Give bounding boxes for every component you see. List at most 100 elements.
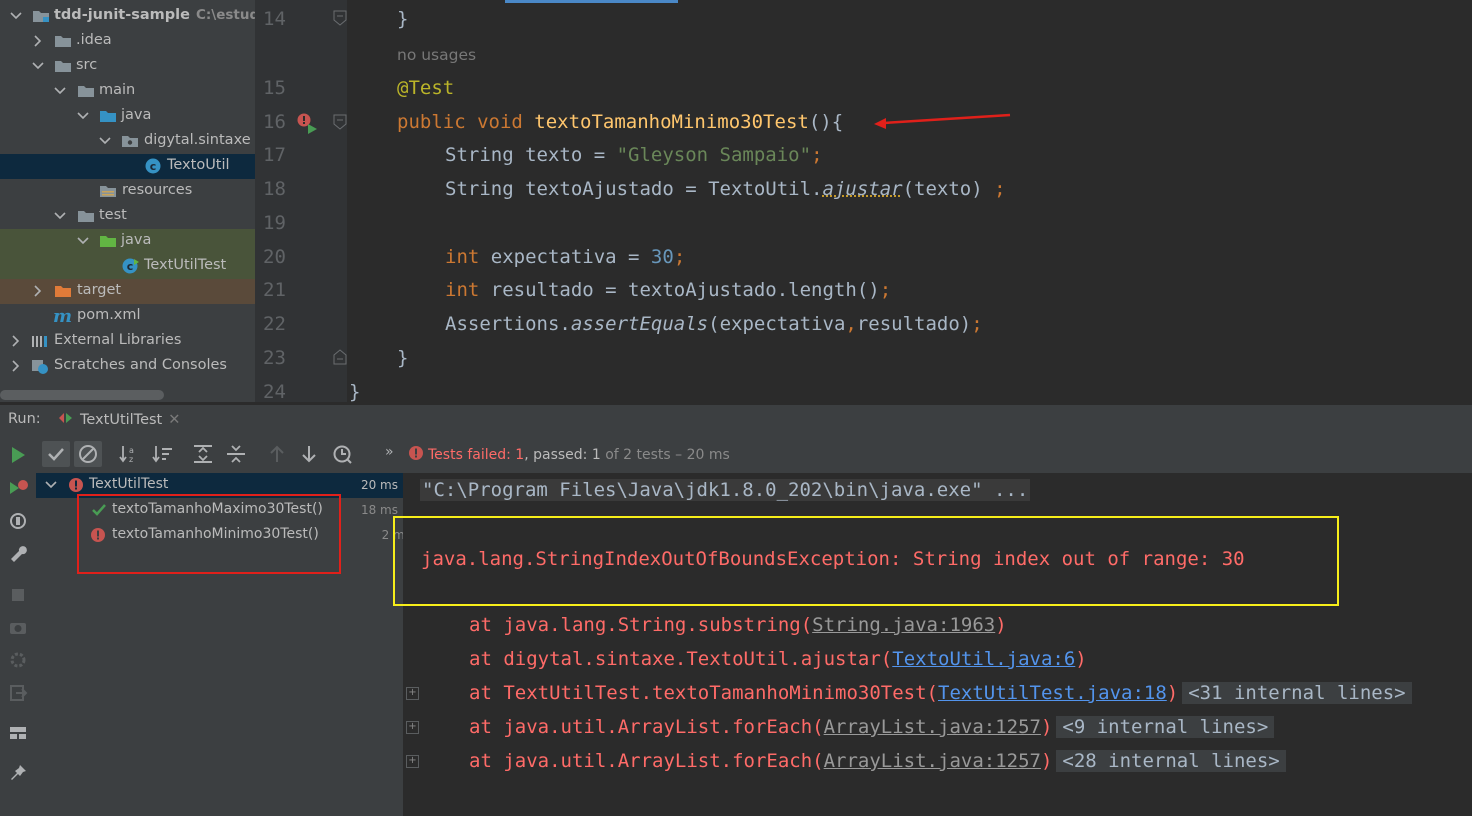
sort-alphabetically-icon[interactable]: az xyxy=(118,443,142,465)
line-number: 15 xyxy=(263,77,286,99)
chevron-down-icon[interactable] xyxy=(53,209,67,223)
folded-lines[interactable]: <31 internal lines> xyxy=(1182,682,1412,704)
project-tool-window: tdd-junit-sampleC:\estudo\g .idea src ma… xyxy=(0,0,255,402)
chevron-down-icon[interactable] xyxy=(76,234,90,248)
tree-item-test[interactable]: test xyxy=(0,204,255,229)
editor-gutter: 14 15 16 17 18 19 20 21 22 23 24 xyxy=(255,0,347,402)
show-ignored-toggle[interactable] xyxy=(74,441,102,467)
line-number: 24 xyxy=(263,381,286,402)
horizontal-scrollbar[interactable] xyxy=(0,390,164,400)
code-line-16: public void textoTamanhoMinimo30Test(){ xyxy=(397,111,844,133)
sort-by-duration-icon[interactable] xyxy=(151,443,175,465)
test-duration: 18 ms xyxy=(360,503,398,517)
collapse-all-icon[interactable] xyxy=(224,443,248,465)
maven-icon: m xyxy=(53,306,73,327)
chevron-down-icon[interactable] xyxy=(44,478,58,496)
tree-item-textutiltest[interactable]: c TextUtilTest xyxy=(0,254,255,279)
expand-all-icon[interactable] xyxy=(191,443,215,465)
source-folder-icon xyxy=(99,108,117,124)
camera-icon[interactable] xyxy=(8,617,28,637)
next-failed-icon[interactable] xyxy=(297,443,321,465)
java-class-icon: c xyxy=(145,158,163,174)
chevron-right-icon[interactable] xyxy=(9,359,23,373)
stack-frame: at java.util.ArrayList.forEach(ArrayList… xyxy=(469,716,1275,738)
source-link[interactable]: TextoUtil.java:6 xyxy=(892,648,1075,670)
svg-text:c: c xyxy=(127,260,134,273)
layout-icon[interactable] xyxy=(8,723,28,743)
tree-item-test-java[interactable]: java xyxy=(0,229,255,254)
rerun-icon[interactable] xyxy=(8,445,28,465)
tree-item-src[interactable]: src xyxy=(0,54,255,79)
rerun-failed-icon[interactable] xyxy=(8,478,28,498)
tree-item-main[interactable]: main xyxy=(0,79,255,104)
fold-icon[interactable] xyxy=(333,10,347,30)
annotation-arrow xyxy=(874,113,1011,129)
folder-icon xyxy=(77,83,95,99)
code-editor[interactable]: 14 15 16 17 18 19 20 21 22 23 24 } no us… xyxy=(255,0,1472,402)
folder-icon xyxy=(54,33,72,49)
chevron-down-icon[interactable] xyxy=(53,84,67,98)
usages-hint[interactable]: no usages xyxy=(397,46,476,64)
fold-icon[interactable] xyxy=(333,349,347,369)
history-icon[interactable] xyxy=(331,443,355,465)
tree-item-textoutil[interactable]: c TextoUtil xyxy=(0,154,255,179)
wrench-icon[interactable] xyxy=(8,543,28,563)
tree-item-target[interactable]: target xyxy=(0,279,255,304)
toggle-auto-test-icon[interactable] xyxy=(8,511,28,531)
source-link[interactable]: ArrayList.java:1257 xyxy=(824,716,1041,738)
tree-label: resources xyxy=(122,182,193,198)
fold-icon[interactable] xyxy=(333,114,347,134)
chevron-down-icon[interactable] xyxy=(31,59,45,73)
expand-fold-icon[interactable]: + xyxy=(406,687,419,700)
root-label: tdd-junit-sampleC:\estudo\g xyxy=(54,7,255,23)
pin-icon[interactable] xyxy=(8,763,28,783)
run-toolbar: az » Tests failed: 1, passed: 1 of 2 tes… xyxy=(36,435,1472,473)
tree-item-resources[interactable]: resources xyxy=(0,179,255,204)
expand-fold-icon[interactable]: + xyxy=(406,721,419,734)
tree-label: main xyxy=(99,82,136,98)
stop-icon[interactable] xyxy=(8,585,28,605)
resources-folder-icon xyxy=(99,183,117,199)
exit-icon[interactable] xyxy=(8,683,28,703)
tree-item-pom[interactable]: m pom.xml xyxy=(0,304,255,329)
folder-icon xyxy=(77,208,95,224)
folded-lines[interactable]: <9 internal lines> xyxy=(1056,716,1275,738)
tree-item-external-libraries[interactable]: External Libraries xyxy=(0,329,255,354)
source-link[interactable]: ArrayList.java:1257 xyxy=(824,750,1041,772)
library-icon xyxy=(31,333,49,349)
tree-item-package[interactable]: digytal.sintaxe xyxy=(0,129,255,154)
source-link[interactable]: TextUtilTest.java:18 xyxy=(938,682,1167,704)
tree-label: java xyxy=(121,232,152,248)
line-number: 17 xyxy=(263,144,286,166)
test-failed-run-icon[interactable] xyxy=(295,112,321,140)
chevron-down-icon[interactable] xyxy=(76,109,90,123)
tree-root-row[interactable]: tdd-junit-sampleC:\estudo\g xyxy=(0,4,255,29)
tree-label: digytal.sintaxe xyxy=(144,132,251,148)
settings-icon[interactable] xyxy=(8,650,28,670)
close-icon[interactable]: ✕ xyxy=(168,412,180,428)
show-passed-toggle[interactable] xyxy=(42,441,70,467)
tree-item-idea[interactable]: .idea xyxy=(0,29,255,54)
code-line-22: Assertions.assertEquals(expectativa,resu… xyxy=(445,313,983,335)
chevron-right-icon[interactable] xyxy=(31,34,45,48)
tree-item-main-java[interactable]: java xyxy=(0,104,255,129)
tree-label: java xyxy=(121,107,152,123)
more-icon[interactable]: » xyxy=(385,444,394,460)
chevron-right-icon[interactable] xyxy=(31,284,45,298)
chevron-down-icon[interactable] xyxy=(9,9,23,23)
svg-text:c: c xyxy=(150,160,157,173)
tree-label: test xyxy=(99,207,127,223)
scratches-icon xyxy=(31,358,49,374)
chevron-right-icon[interactable] xyxy=(9,334,23,348)
chevron-down-icon[interactable] xyxy=(98,134,112,148)
expand-fold-icon[interactable]: + xyxy=(406,755,419,768)
test-folder-icon xyxy=(99,233,117,249)
folded-lines[interactable]: <28 internal lines> xyxy=(1056,750,1286,772)
tree-item-scratches[interactable]: Scratches and Consoles xyxy=(0,354,255,379)
previous-failed-icon[interactable] xyxy=(265,443,289,465)
code-line-23: } xyxy=(397,347,409,369)
editor-tab-indicator xyxy=(505,0,678,3)
source-link[interactable]: String.java:1963 xyxy=(812,614,995,636)
run-tool-window-header: Run: TextUtilTest ✕ xyxy=(0,405,1472,435)
run-tab[interactable]: TextUtilTest ✕ xyxy=(58,411,180,429)
